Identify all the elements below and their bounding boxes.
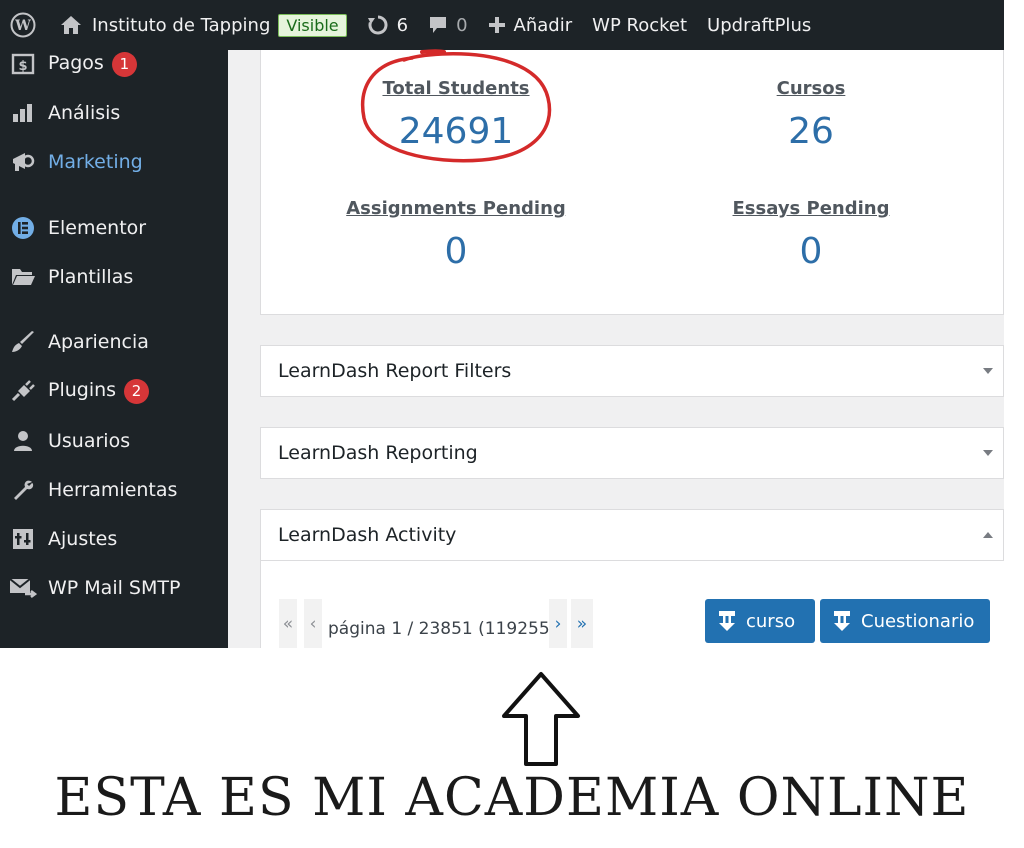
panel-activity[interactable]: LearnDash Activity — [260, 509, 1004, 561]
plus-icon — [488, 16, 506, 34]
download-cuestionario-label: Cuestionario — [861, 610, 975, 632]
sidebar-item-wp-mail-smtp[interactable]: WP Mail SMTP — [0, 566, 228, 610]
sidebar-item-label: Marketing — [48, 151, 143, 173]
comments-link[interactable]: 0 — [418, 0, 477, 50]
stat-assignments-pending: Assignments Pending 0 — [306, 198, 606, 272]
download-curso-label: curso — [746, 610, 796, 632]
wordpress-admin-screen: W Instituto de Tapping Visible 6 0 Añadi… — [0, 0, 1004, 648]
visibility-badge: Visible — [278, 13, 347, 37]
user-icon — [8, 426, 38, 456]
add-new-label: Añadir — [513, 14, 573, 36]
site-name: Instituto de Tapping — [92, 14, 271, 36]
bar-chart-icon — [8, 98, 38, 128]
assignments-pending-link[interactable]: Assignments Pending — [306, 198, 606, 219]
folder-icon — [8, 262, 38, 292]
sidebar-item-label: Elementor — [48, 217, 147, 239]
comment-icon — [428, 15, 448, 35]
sidebar-item-marketing[interactable]: Marketing — [0, 140, 228, 184]
download-icon — [719, 611, 735, 631]
plugins-count-badge: 2 — [124, 378, 150, 404]
dollar-icon: $ — [8, 49, 38, 79]
add-new-link[interactable]: Añadir — [478, 0, 583, 50]
sidebar-item-elementor[interactable]: Elementor — [0, 206, 228, 250]
updraftplus-link[interactable]: UpdraftPlus — [697, 0, 821, 50]
sidebar-item-analisis[interactable]: Análisis — [0, 91, 228, 135]
collapse-up-icon[interactable] — [981, 528, 995, 542]
panel-report-filters[interactable]: LearnDash Report Filters — [260, 345, 1004, 397]
svg-text:$: $ — [18, 59, 27, 74]
cursos-link[interactable]: Cursos — [661, 78, 961, 99]
essays-pending-value: 0 — [799, 231, 823, 272]
activity-panel-body: « ‹ página 1 / 23851 (119255) › » curso … — [260, 561, 1004, 648]
comments-count: 0 — [456, 14, 468, 36]
sidebar-item-label: Plantillas — [48, 266, 134, 288]
cursos-value: 26 — [788, 111, 834, 152]
paintbrush-icon — [8, 327, 38, 357]
updates-count: 6 — [396, 14, 409, 36]
annotation-caption: ESTA ES MI ACADEMIA ONLINE — [54, 768, 970, 828]
stat-essays-pending: Essays Pending 0 — [661, 198, 961, 272]
up-arrow-icon — [502, 672, 580, 766]
sidebar-item-label: Análisis — [48, 102, 121, 124]
sidebar-item-label: Plugins 2 — [48, 378, 150, 404]
megaphone-icon — [8, 147, 38, 177]
red-circle-annotation — [360, 49, 552, 163]
collapse-down-icon[interactable] — [981, 446, 995, 460]
sidebar-item-label: Usuarios — [48, 430, 131, 452]
updates-link[interactable]: 6 — [357, 0, 418, 50]
sidebar-item-label: Herramientas — [48, 479, 178, 501]
svg-text:W: W — [14, 18, 31, 34]
sidebar-item-label: Pagos 1 — [48, 51, 137, 77]
plug-icon — [8, 376, 38, 406]
pagos-count-badge: 1 — [111, 51, 137, 77]
sidebar-item-herramientas[interactable]: Herramientas — [0, 468, 228, 512]
next-page-button[interactable]: › — [549, 599, 567, 648]
sidebar-item-usuarios[interactable]: Usuarios — [0, 419, 228, 463]
panel-title: LearnDash Activity — [278, 524, 457, 546]
collapse-down-icon[interactable] — [981, 364, 995, 378]
refresh-icon — [367, 14, 389, 36]
download-curso-button[interactable]: curso — [705, 599, 815, 643]
download-cuestionario-button[interactable]: Cuestionario — [820, 599, 990, 643]
panel-title: LearnDash Reporting — [278, 442, 478, 464]
admin-sidebar: $ Pagos 1 Análisis Marketing Elementor P… — [0, 50, 228, 648]
first-page-button[interactable]: « — [279, 599, 297, 648]
panel-reporting[interactable]: LearnDash Reporting — [260, 427, 1004, 479]
sidebar-item-label: Apariencia — [48, 331, 149, 353]
sidebar-item-plantillas[interactable]: Plantillas — [0, 255, 228, 299]
stat-cursos: Cursos 26 — [661, 78, 961, 152]
download-icon — [834, 611, 850, 631]
sidebar-item-pagos[interactable]: $ Pagos 1 — [0, 42, 228, 86]
sidebar-item-plugins[interactable]: Plugins 2 — [0, 369, 228, 413]
prev-page-button[interactable]: ‹ — [304, 599, 322, 648]
sidebar-item-apariencia[interactable]: Apariencia — [0, 320, 228, 364]
assignments-pending-value: 0 — [444, 231, 468, 272]
essays-pending-link[interactable]: Essays Pending — [661, 198, 961, 219]
pagination-info: página 1 / 23851 (119255) — [328, 619, 557, 639]
sidebar-item-label: Ajustes — [48, 528, 118, 550]
sidebar-item-label: WP Mail SMTP — [48, 577, 181, 599]
home-icon — [60, 15, 82, 35]
sidebar-item-ajustes[interactable]: Ajustes — [0, 517, 228, 561]
wp-rocket-link[interactable]: WP Rocket — [582, 0, 697, 50]
elementor-icon — [8, 213, 38, 243]
mail-icon — [8, 573, 38, 603]
panel-title: LearnDash Report Filters — [278, 360, 512, 382]
wrench-icon — [8, 475, 38, 505]
settings-icon — [8, 524, 38, 554]
last-page-button[interactable]: » — [571, 599, 593, 648]
